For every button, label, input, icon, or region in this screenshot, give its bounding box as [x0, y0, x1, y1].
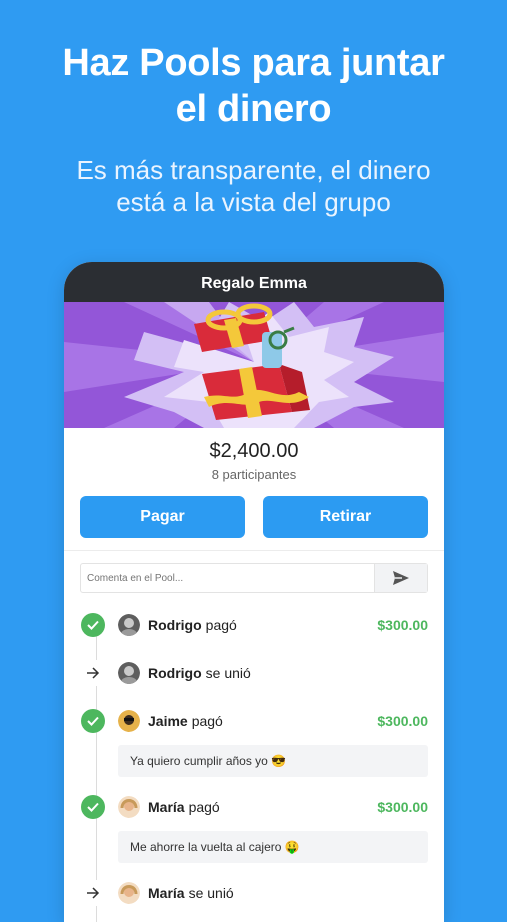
feed-user-name: María [148, 885, 185, 901]
feed-amount: $300.00 [377, 799, 428, 815]
withdraw-button[interactable]: Retirar [263, 496, 428, 538]
feed-action: pagó [188, 799, 220, 815]
arrow-right-icon [80, 660, 106, 686]
hero-subtitle-line2: está a la vista del grupo [116, 187, 391, 217]
avatar [118, 710, 140, 732]
feed-amount: $300.00 [377, 713, 428, 729]
arrow-right-icon [80, 880, 106, 906]
hero-subtitle-line1: Es más transparente, el dinero [76, 155, 431, 185]
send-icon [393, 571, 409, 585]
feed-action: se unió [205, 665, 251, 681]
feed-action: pagó [191, 713, 223, 729]
gift-box-illustration [64, 302, 444, 428]
check-icon [81, 613, 105, 637]
activity-feed: Rodrigo pagó $300.00 Rodrigo se unió Jai… [64, 601, 444, 922]
check-icon [81, 709, 105, 733]
hero-title: Haz Pools para juntar el dinero [0, 40, 507, 132]
feed-user-name: Rodrigo [148, 617, 202, 633]
comment-input[interactable] [81, 564, 374, 592]
pool-amount: $2,400.00 [209, 440, 299, 462]
participants-count: 8 participantes [211, 467, 297, 482]
check-icon [81, 795, 105, 819]
feed-item: Rodrigo se unió [64, 649, 444, 697]
feed-item: Rodrigo pagó $300.00 [64, 601, 444, 649]
hero-subtitle: Es más transparente, el dinero está a la… [0, 154, 507, 218]
feed-item: María pagó $300.00 [64, 783, 444, 831]
pool-title: Regalo Emma [201, 275, 307, 292]
phone-mockup: Regalo Emma $2,400.00 8 participantes Pa… [64, 262, 444, 922]
feed-amount: $300.00 [377, 617, 428, 633]
hero-title-line1: Haz Pools para juntar [62, 42, 445, 84]
avatar [118, 662, 140, 684]
feed-comment: Ya quiero cumplir años yo 😎 [118, 745, 428, 777]
feed-user-name: Jaime [148, 713, 188, 729]
pay-button[interactable]: Pagar [80, 496, 245, 538]
send-button[interactable] [374, 564, 427, 592]
hero-title-line2: el dinero [175, 88, 332, 130]
avatar [118, 882, 140, 904]
divider [64, 550, 444, 551]
avatar [118, 614, 140, 636]
comment-box [80, 563, 428, 593]
pool-title-bar: Regalo Emma [64, 262, 444, 302]
feed-comment: Me ahorre la vuelta al cajero 🤑 [118, 831, 428, 863]
feed-action: pagó [205, 617, 237, 633]
feed-item: Jaime pagó $300.00 [64, 697, 444, 745]
feed-item: María se unió [64, 869, 444, 917]
avatar [118, 796, 140, 818]
feed-user-name: María [148, 799, 185, 815]
feed-action: se unió [188, 885, 234, 901]
pool-actions: Pagar Retirar [64, 496, 444, 538]
pool-banner [64, 302, 444, 428]
feed-user-name: Rodrigo [148, 665, 202, 681]
